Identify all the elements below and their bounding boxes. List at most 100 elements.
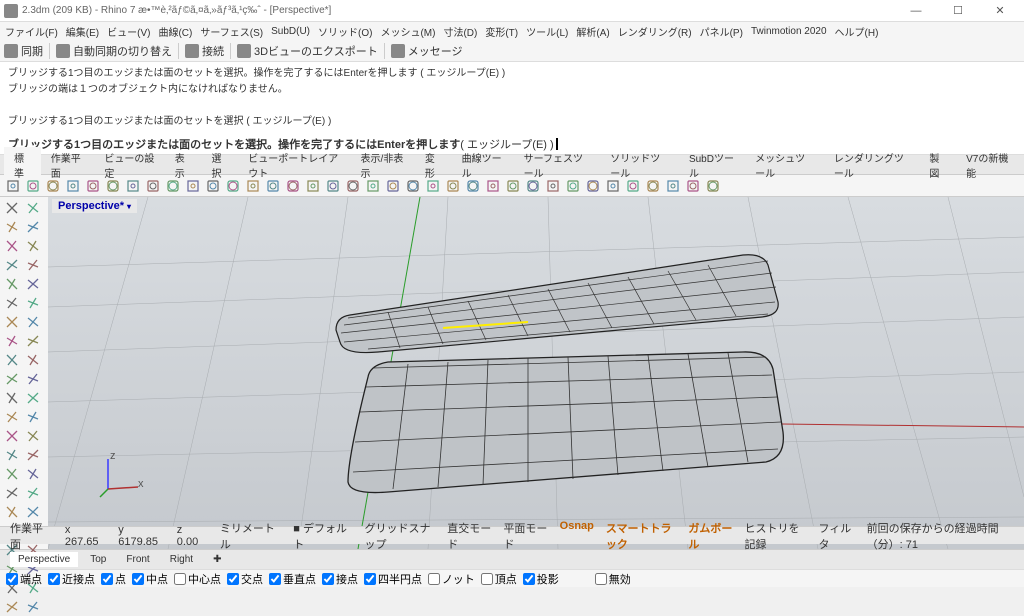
- menu-item[interactable]: メッシュ(M): [377, 23, 438, 40]
- toolbar-icon[interactable]: [364, 177, 382, 195]
- tool-icon[interactable]: [23, 408, 43, 426]
- toolbar-icon[interactable]: [384, 177, 402, 195]
- toolbar-icon[interactable]: [524, 177, 542, 195]
- tool-icon[interactable]: [2, 199, 22, 217]
- viewport[interactable]: Perspective*: [48, 197, 1024, 549]
- osnap-無効[interactable]: 無効: [595, 571, 631, 587]
- tool-icon[interactable]: [23, 294, 43, 312]
- view-tab[interactable]: Top: [82, 552, 114, 567]
- tool-icon[interactable]: [2, 275, 22, 293]
- toolbar-icon[interactable]: [264, 177, 282, 195]
- menu-item[interactable]: サーフェス(S): [197, 23, 266, 40]
- toolbar-icon[interactable]: [544, 177, 562, 195]
- menu-item[interactable]: 曲線(C): [155, 23, 195, 40]
- toolbar-icon[interactable]: [4, 177, 22, 195]
- tool-icon[interactable]: [2, 484, 22, 502]
- view-tab[interactable]: Perspective: [10, 552, 78, 567]
- menu-item[interactable]: Twinmotion 2020: [748, 25, 830, 38]
- osnap-四半円点[interactable]: 四半円点: [364, 571, 422, 587]
- tool-icon[interactable]: [2, 351, 22, 369]
- view-tab[interactable]: Front: [118, 552, 157, 567]
- status-toggle[interactable]: ヒストリを記録: [742, 520, 810, 552]
- osnap-端点[interactable]: 端点: [6, 571, 42, 587]
- status-toggle[interactable]: Osnap: [557, 520, 597, 552]
- toolbar-icon[interactable]: [624, 177, 642, 195]
- tool-icon[interactable]: [2, 237, 22, 255]
- toolbar-icon[interactable]: [664, 177, 682, 195]
- osnap-中心点[interactable]: 中心点: [174, 571, 221, 587]
- toolbar-icon[interactable]: [24, 177, 42, 195]
- osnap-近接点[interactable]: 近接点: [48, 571, 95, 587]
- toolbar-icon[interactable]: [184, 177, 202, 195]
- toolbar-icon[interactable]: [584, 177, 602, 195]
- osnap-接点[interactable]: 接点: [322, 571, 358, 587]
- menu-item[interactable]: 解析(A): [573, 23, 612, 40]
- toolbar-icon[interactable]: [224, 177, 242, 195]
- status-toggle[interactable]: グリッドスナップ: [362, 520, 439, 552]
- tool-icon[interactable]: [23, 598, 43, 616]
- tool-icon[interactable]: [23, 351, 43, 369]
- tool-icon[interactable]: [23, 389, 43, 407]
- tool-icon[interactable]: [23, 427, 43, 445]
- menu-item[interactable]: ツール(L): [523, 23, 571, 40]
- status-units[interactable]: ミリメートル: [216, 520, 279, 552]
- osnap-頂点[interactable]: 頂点: [481, 571, 517, 587]
- toolbar-icon[interactable]: [204, 177, 222, 195]
- tool-icon[interactable]: [23, 484, 43, 502]
- tool-icon[interactable]: [23, 218, 43, 236]
- osnap-点[interactable]: 点: [101, 571, 126, 587]
- tool-icon[interactable]: [23, 503, 43, 521]
- status-toggle[interactable]: スマートトラック: [603, 520, 679, 552]
- status-toggle[interactable]: フィルタ: [815, 520, 856, 552]
- tool-icon[interactable]: [23, 256, 43, 274]
- status-toggle[interactable]: ガムボール: [685, 520, 735, 552]
- tool-icon[interactable]: [23, 370, 43, 388]
- toolbar-item-export[interactable]: 3Dビューのエクスポート: [237, 43, 378, 59]
- tool-icon[interactable]: [23, 446, 43, 464]
- tool-icon[interactable]: [2, 294, 22, 312]
- osnap-垂直点[interactable]: 垂直点: [269, 571, 316, 587]
- menu-item[interactable]: ファイル(F): [2, 23, 61, 40]
- menu-item[interactable]: ビュー(V): [104, 23, 153, 40]
- menu-item[interactable]: ヘルプ(H): [832, 23, 882, 40]
- toolbar-icon[interactable]: [564, 177, 582, 195]
- toolbar-tab[interactable]: V7の新機能: [956, 147, 1020, 183]
- menu-item[interactable]: 寸法(D): [440, 23, 480, 40]
- tool-icon[interactable]: [23, 313, 43, 331]
- osnap-交点[interactable]: 交点: [227, 571, 263, 587]
- tool-icon[interactable]: [2, 465, 22, 483]
- toolbar-icon[interactable]: [484, 177, 502, 195]
- tool-icon[interactable]: [23, 465, 43, 483]
- osnap-投影[interactable]: 投影: [523, 571, 559, 587]
- tool-icon[interactable]: [2, 313, 22, 331]
- toolbar-item-link[interactable]: 接続: [185, 43, 224, 59]
- tool-icon[interactable]: [2, 256, 22, 274]
- tool-icon[interactable]: [2, 332, 22, 350]
- toolbar-icon[interactable]: [644, 177, 662, 195]
- toolbar-icon[interactable]: [244, 177, 262, 195]
- toolbar-icon[interactable]: [124, 177, 142, 195]
- toolbar-icon[interactable]: [144, 177, 162, 195]
- minimize-button[interactable]: ―: [896, 1, 936, 21]
- tool-icon[interactable]: [23, 237, 43, 255]
- toolbar-icon[interactable]: [504, 177, 522, 195]
- toolbar-icon[interactable]: [604, 177, 622, 195]
- toolbar-icon[interactable]: [464, 177, 482, 195]
- toolbar-icon[interactable]: [344, 177, 362, 195]
- osnap-ノット[interactable]: ノット: [428, 571, 475, 587]
- toolbar-item-autosync[interactable]: 自動同期の切り替え: [56, 43, 172, 59]
- tool-icon[interactable]: [2, 503, 22, 521]
- tool-icon[interactable]: [23, 332, 43, 350]
- toolbar-icon[interactable]: [44, 177, 62, 195]
- menu-item[interactable]: 変形(T): [482, 23, 521, 40]
- tool-icon[interactable]: [2, 389, 22, 407]
- tool-icon[interactable]: [2, 370, 22, 388]
- status-toggle[interactable]: 平面モード: [500, 520, 550, 552]
- toolbar-icon[interactable]: [84, 177, 102, 195]
- maximize-button[interactable]: ☐: [938, 1, 978, 21]
- status-cplane[interactable]: 作業平面: [6, 520, 51, 552]
- toolbar-icon[interactable]: [404, 177, 422, 195]
- toolbar-icon[interactable]: [164, 177, 182, 195]
- toolbar-icon[interactable]: [684, 177, 702, 195]
- tool-icon[interactable]: [23, 199, 43, 217]
